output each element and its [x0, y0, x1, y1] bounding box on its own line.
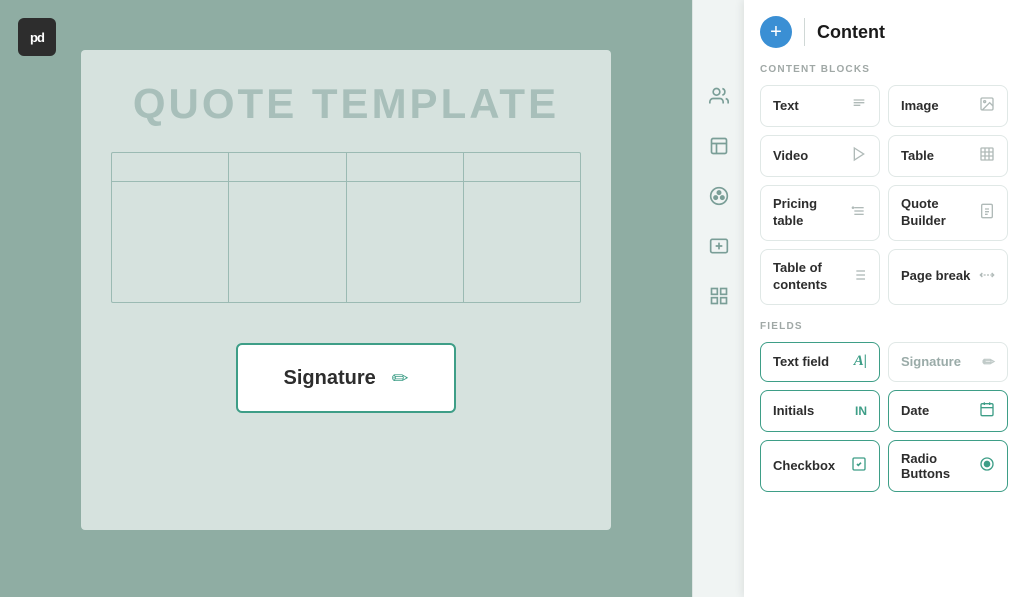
- page-break-icon: [979, 267, 995, 287]
- fields-label: FIELDS: [760, 321, 1008, 332]
- table-header: [112, 153, 580, 182]
- initials-icon: IN: [855, 404, 867, 418]
- table-header-cell: [464, 153, 580, 181]
- main-area: pd QUOTE TEMPLATE Signature ✏: [0, 0, 692, 597]
- signature-field-icon: ✏: [982, 353, 995, 371]
- block-pricing-table[interactable]: Pricing table: [760, 185, 880, 241]
- block-page-break-label: Page break: [901, 268, 970, 285]
- logo: pd: [18, 18, 56, 56]
- embed-icon[interactable]: [703, 130, 735, 162]
- field-date-label: Date: [901, 403, 929, 418]
- field-signature-label: Signature: [901, 354, 961, 369]
- field-checkbox-label: Checkbox: [773, 458, 835, 473]
- add-content-button[interactable]: +: [760, 16, 792, 48]
- table-header-cell: [112, 153, 229, 181]
- content-blocks-label: CONTENT BLOCKS: [760, 64, 1008, 75]
- document-title: QUOTE TEMPLATE: [133, 80, 559, 128]
- field-text-field[interactable]: Text field A|: [760, 342, 880, 382]
- video-block-icon: [851, 146, 867, 166]
- block-quote-builder-label: Quote Builder: [901, 196, 979, 230]
- document-table: [111, 152, 581, 303]
- content-blocks-grid: Text Image: [760, 85, 1008, 305]
- pricing-table-icon: [851, 203, 867, 223]
- table-body: [112, 182, 580, 302]
- block-image[interactable]: Image: [888, 85, 1008, 127]
- block-text-label: Text: [773, 98, 799, 115]
- document-canvas: QUOTE TEMPLATE Signature ✏: [81, 50, 611, 530]
- signature-label: Signature: [283, 367, 375, 390]
- field-text-label: Text field: [773, 354, 829, 369]
- image-block-icon: [979, 96, 995, 116]
- panel-header: + Content: [760, 16, 1008, 48]
- panel-title: Content: [817, 22, 885, 43]
- radio-icon: [979, 456, 995, 476]
- right-panel: + Content CONTENT BLOCKS Text Image: [692, 0, 1024, 597]
- table-col: [347, 182, 464, 302]
- pricing-icon[interactable]: [703, 230, 735, 262]
- block-table[interactable]: Table: [888, 135, 1008, 177]
- fields-grid: Text field A| Signature ✏ Initials IN Da…: [760, 342, 1008, 492]
- block-quote-builder[interactable]: Quote Builder: [888, 185, 1008, 241]
- block-table-label: Table: [901, 148, 934, 165]
- field-initials[interactable]: Initials IN: [760, 390, 880, 432]
- table-header-cell: [229, 153, 346, 181]
- table-col: [112, 182, 229, 302]
- checkbox-icon: [851, 456, 867, 476]
- block-toc-label: Table of contents: [773, 260, 851, 294]
- block-video[interactable]: Video: [760, 135, 880, 177]
- field-date[interactable]: Date: [888, 390, 1008, 432]
- field-initials-label: Initials: [773, 403, 814, 418]
- field-radio-buttons[interactable]: Radio Buttons: [888, 440, 1008, 492]
- field-radio-label: Radio Buttons: [901, 451, 979, 481]
- text-field-icon: A|: [854, 353, 867, 370]
- plus-icon: +: [770, 21, 782, 44]
- block-image-label: Image: [901, 98, 939, 115]
- block-page-break[interactable]: Page break: [888, 249, 1008, 305]
- table-col: [464, 182, 580, 302]
- grid-icon[interactable]: [703, 280, 735, 312]
- header-divider: [804, 18, 805, 46]
- block-pricing-table-label: Pricing table: [773, 196, 851, 230]
- table-col: [229, 182, 346, 302]
- signature-edit-icon: ✏: [392, 366, 409, 391]
- toc-icon: [851, 267, 867, 287]
- content-panel: + Content CONTENT BLOCKS Text Image: [744, 0, 1024, 597]
- users-icon[interactable]: [703, 80, 735, 112]
- block-table-of-contents[interactable]: Table of contents: [760, 249, 880, 305]
- signature-box[interactable]: Signature ✏: [236, 343, 456, 413]
- block-text[interactable]: Text: [760, 85, 880, 127]
- field-signature: Signature ✏: [888, 342, 1008, 382]
- table-header-cell: [347, 153, 464, 181]
- field-checkbox[interactable]: Checkbox: [760, 440, 880, 492]
- sidebar: [692, 0, 744, 597]
- palette-icon[interactable]: [703, 180, 735, 212]
- table-block-icon: [979, 146, 995, 166]
- quote-builder-icon: [979, 203, 995, 223]
- block-video-label: Video: [773, 148, 808, 165]
- date-icon: [979, 401, 995, 421]
- text-block-icon: [851, 96, 867, 116]
